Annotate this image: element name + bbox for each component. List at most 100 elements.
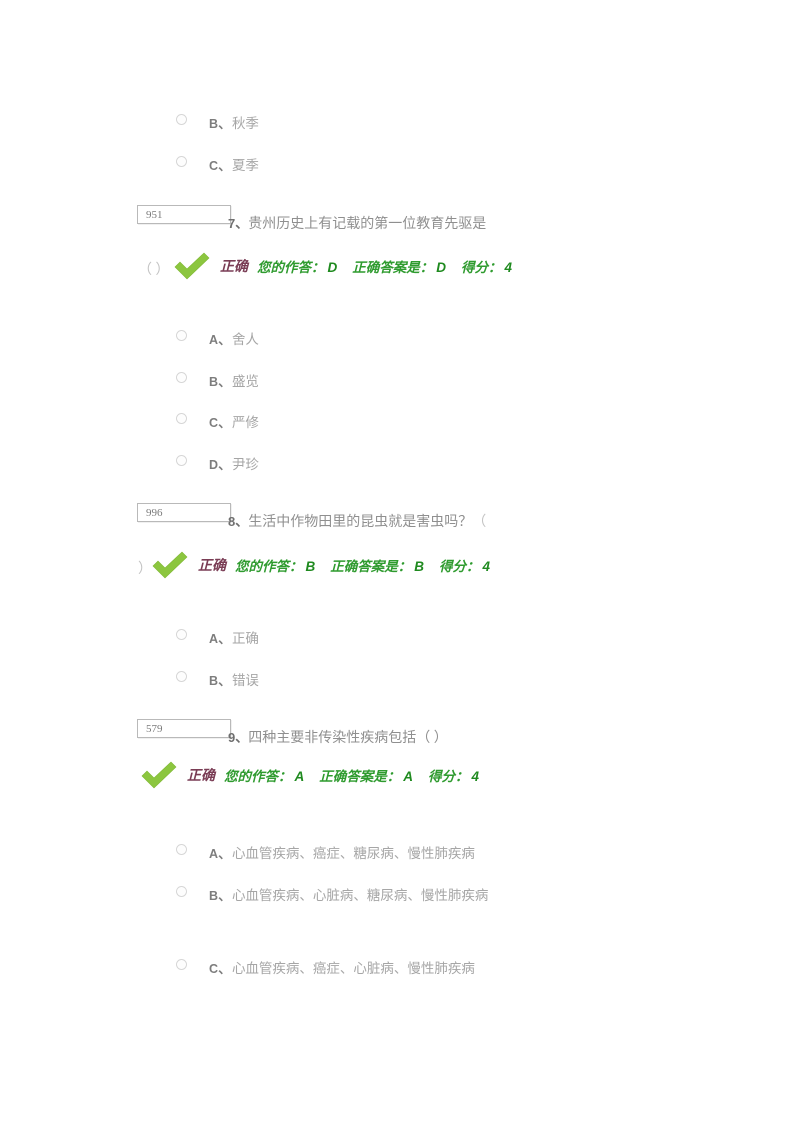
- question-id-input[interactable]: 579: [137, 719, 231, 738]
- result-status: 正确: [187, 769, 215, 784]
- question-tail: （: [472, 515, 487, 530]
- option-separator: 、: [218, 159, 231, 173]
- option-letter: C: [209, 962, 219, 976]
- correct-answer-value: B: [414, 559, 424, 574]
- option-letter: B: [209, 375, 219, 389]
- option-row[interactable]: B 、 盛览: [176, 370, 259, 390]
- question-id-value: 996: [146, 507, 163, 519]
- question-index-separator: 、: [235, 730, 249, 745]
- radio-button[interactable]: [176, 413, 187, 424]
- correct-answer-value: D: [436, 260, 446, 275]
- option-separator: 、: [218, 117, 231, 131]
- correct-answer: 正确答案是： B: [330, 555, 424, 575]
- option-text: 尹珍: [231, 457, 259, 472]
- option-letter: C: [209, 416, 219, 430]
- option-letter: B: [209, 117, 219, 131]
- option-letter: C: [209, 159, 219, 173]
- question-id-value: 951: [146, 209, 163, 221]
- your-answer-label: 您的作答：: [257, 260, 325, 275]
- result-status: 正确: [220, 260, 248, 275]
- option-row[interactable]: A 、 心血管疾病、癌症、糖尿病、慢性肺疾病: [176, 842, 475, 862]
- question-index-separator: 、: [235, 216, 249, 231]
- option-separator: 、: [218, 416, 231, 430]
- option-row[interactable]: A 、 正确: [176, 627, 259, 647]
- option-letter: B: [209, 889, 219, 903]
- answer-blank-marker: （ ）: [138, 263, 170, 278]
- option-row[interactable]: C 、 心血管疾病、癌症、心脏病、慢性肺疾病: [176, 957, 475, 977]
- option-separator: 、: [218, 889, 231, 903]
- option-letter: A: [209, 333, 219, 347]
- result-status: 正确: [198, 559, 226, 574]
- option-separator: 、: [218, 375, 231, 389]
- radio-button[interactable]: [176, 959, 187, 970]
- option-letter: D: [209, 458, 219, 472]
- option-row[interactable]: B 、 心血管疾病、心脏病、糖尿病、慢性肺疾病: [176, 884, 488, 904]
- question-id-input[interactable]: 951: [137, 205, 231, 224]
- your-answer-value: A: [294, 769, 305, 784]
- score-label: 得分：: [439, 559, 480, 574]
- result-line: 正确 您的作答： A 正确答案是： A 得分： 4: [139, 759, 485, 791]
- option-row[interactable]: B 、 错误: [176, 669, 259, 689]
- your-answer-value: D: [327, 260, 338, 275]
- question-answer-blank: （ ）: [138, 259, 170, 279]
- question-id-input[interactable]: 996: [137, 503, 231, 522]
- score-label: 得分：: [428, 769, 469, 784]
- option-text: 夏季: [231, 158, 259, 173]
- your-answer: 您的作答： A: [224, 765, 304, 785]
- your-answer-value: B: [305, 559, 316, 574]
- option-text: 舍人: [231, 332, 259, 347]
- radio-button[interactable]: [176, 156, 187, 167]
- correct-answer-label: 正确答案是：: [330, 559, 412, 574]
- question-title: 9、四种主要非传染性疾病包括（ ）: [228, 727, 448, 747]
- radio-button[interactable]: [176, 114, 187, 125]
- correct-answer: 正确答案是： D: [352, 256, 446, 276]
- correct-answer-value: A: [403, 769, 413, 784]
- correct-answer-label: 正确答案是：: [319, 769, 401, 784]
- option-row[interactable]: C 、 严修: [176, 411, 259, 431]
- exam-review-page: B 、 秋季 C 、 夏季 951 7、贵州历史上有记载的第一位教育先驱是 （ …: [0, 0, 800, 1132]
- score-value: 4: [471, 769, 480, 784]
- option-letter: B: [209, 674, 219, 688]
- check-mark-icon: [141, 761, 177, 789]
- radio-button[interactable]: [176, 671, 187, 682]
- option-letter: A: [209, 632, 219, 646]
- score-value: 4: [482, 559, 491, 574]
- score: 得分： 4: [439, 555, 490, 575]
- option-row[interactable]: B 、 秋季: [176, 112, 259, 132]
- correct-answer-label: 正确答案是：: [352, 260, 434, 275]
- your-answer: 您的作答： B: [235, 555, 315, 575]
- radio-button[interactable]: [176, 844, 187, 855]
- option-text: 心血管疾病、癌症、糖尿病、慢性肺疾病: [231, 846, 475, 861]
- check-mark-icon: [152, 551, 188, 579]
- question-text: 贵州历史上有记载的第一位教育先驱是: [248, 217, 487, 232]
- option-row[interactable]: D 、 尹珍: [176, 453, 259, 473]
- result-line: 正确 您的作答： B 正确答案是： B 得分： 4: [150, 549, 496, 581]
- radio-button[interactable]: [176, 455, 187, 466]
- question-index-separator: 、: [235, 514, 249, 529]
- option-row[interactable]: C 、 夏季: [176, 154, 259, 174]
- radio-button[interactable]: [176, 886, 187, 897]
- option-text: 正确: [231, 631, 259, 646]
- question-text: 生活中作物田里的昆虫就是害虫吗？: [248, 515, 473, 530]
- your-answer-label: 您的作答：: [224, 769, 292, 784]
- option-text: 严修: [231, 415, 259, 430]
- radio-button[interactable]: [176, 629, 187, 640]
- correct-answer: 正确答案是： A: [319, 765, 413, 785]
- score: 得分： 4: [461, 256, 512, 276]
- option-separator: 、: [218, 847, 231, 861]
- option-row[interactable]: A 、 舍人: [176, 328, 259, 348]
- option-text: 错误: [231, 673, 259, 688]
- option-text: 秋季: [231, 116, 259, 131]
- option-separator: 、: [218, 333, 231, 347]
- radio-button[interactable]: [176, 330, 187, 341]
- option-letter: A: [209, 847, 219, 861]
- question-text: 四种主要非传染性疾病包括（ ）: [248, 731, 448, 746]
- option-separator: 、: [218, 674, 231, 688]
- option-text: 盛览: [231, 374, 259, 389]
- your-answer: 您的作答： D: [257, 256, 337, 276]
- radio-button[interactable]: [176, 372, 187, 383]
- option-text: 心血管疾病、心脏病、糖尿病、慢性肺疾病: [231, 888, 489, 903]
- option-separator: 、: [218, 458, 231, 472]
- option-separator: 、: [218, 962, 231, 976]
- option-text: 心血管疾病、癌症、心脏病、慢性肺疾病: [231, 961, 475, 976]
